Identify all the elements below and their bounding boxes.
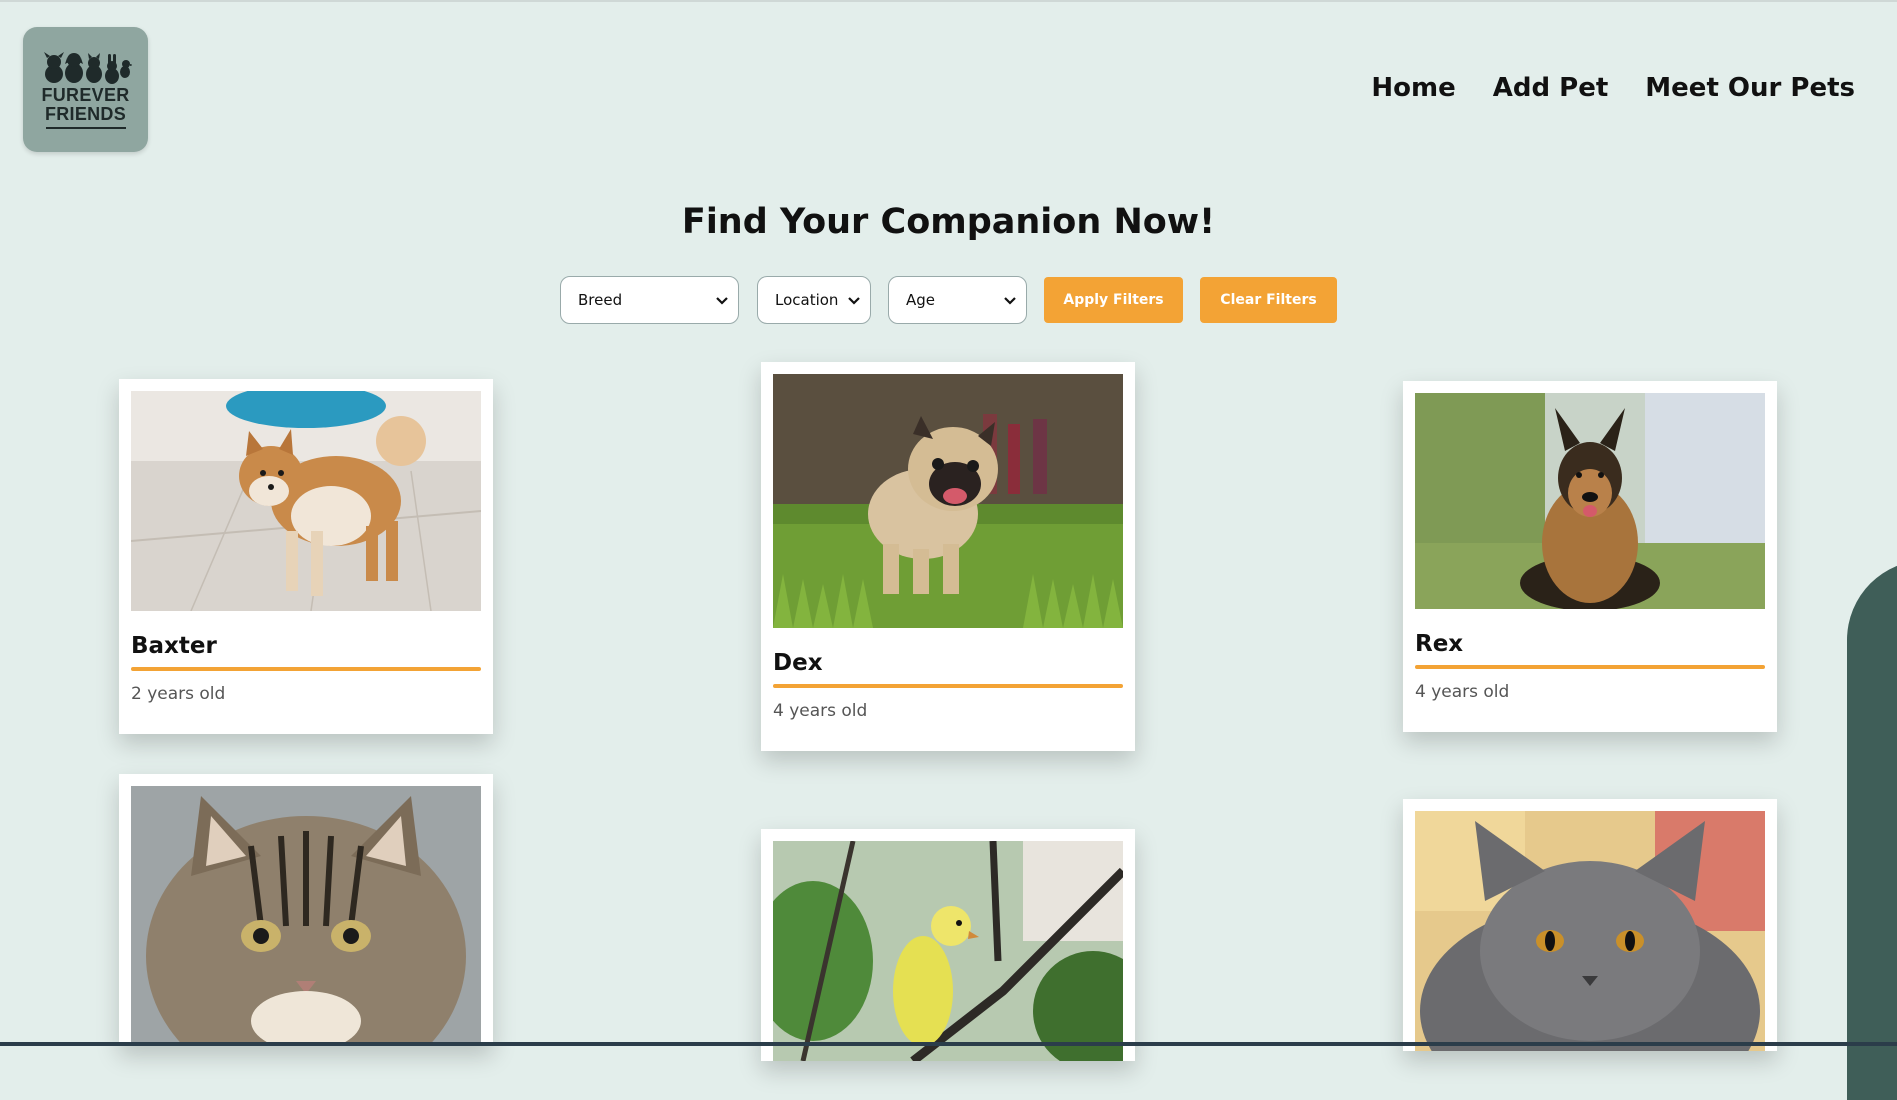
logo[interactable]: FUREVER FRIENDS [23,27,148,152]
page-title: Find Your Companion Now! [681,202,1216,242]
age-select-value: Age [906,291,936,309]
pet-photo-yellow-parakeet [773,841,1123,1061]
pet-card-rex[interactable]: Rex 4 years old [1403,381,1777,732]
name-underline [773,684,1123,688]
decorative-side-shape [1847,560,1897,1100]
nav-add-pet-link[interactable]: Add Pet [1493,73,1609,103]
breed-select[interactable]: Breed [560,276,739,324]
logo-text-line1: FUREVER [41,85,130,105]
pet-card-parakeet[interactable] [761,829,1135,1061]
pet-name: Dex [773,650,823,676]
logo-text-line2: FRIENDS [44,104,127,124]
nav-home-link[interactable]: Home [1371,73,1455,103]
clear-filters-button[interactable]: Clear Filters [1200,277,1337,323]
chevron-down-icon [716,297,728,305]
logo-underline [45,127,126,129]
pet-card-maine-coon[interactable] [119,774,493,1046]
bottom-border [0,1042,1897,1046]
pet-card-baxter[interactable]: Baxter 2 years old [119,379,493,734]
pet-age: 4 years old [773,701,868,721]
location-select-value: Location [775,291,839,309]
pet-name: Baxter [131,633,217,659]
name-underline [1415,665,1765,669]
pet-card-british-shorthair[interactable] [1403,799,1777,1051]
pet-age: 2 years old [131,684,226,704]
pet-name: Rex [1415,631,1464,657]
pet-photo-british-shorthair-cat [1415,811,1765,1051]
nav-meet-our-pets-link[interactable]: Meet Our Pets [1645,73,1855,103]
main-nav: Home Add Pet Meet Our Pets [1371,73,1855,103]
pet-photo-maine-coon-cat [131,786,481,1046]
pet-photo-pug [773,374,1123,628]
pet-photo-shiba-inu [131,391,481,611]
age-select[interactable]: Age [888,276,1027,324]
pets-silhouette-icon [43,52,132,84]
pet-photo-german-shepherd [1415,393,1765,609]
top-border [0,0,1897,2]
chevron-down-icon [1004,297,1016,305]
location-select[interactable]: Location [757,276,871,324]
name-underline [131,667,481,671]
apply-filters-button[interactable]: Apply Filters [1044,277,1183,323]
pet-card-dex[interactable]: Dex 4 years old [761,362,1135,751]
pet-age: 4 years old [1415,682,1510,702]
chevron-down-icon [848,297,860,305]
breed-select-value: Breed [578,291,623,309]
